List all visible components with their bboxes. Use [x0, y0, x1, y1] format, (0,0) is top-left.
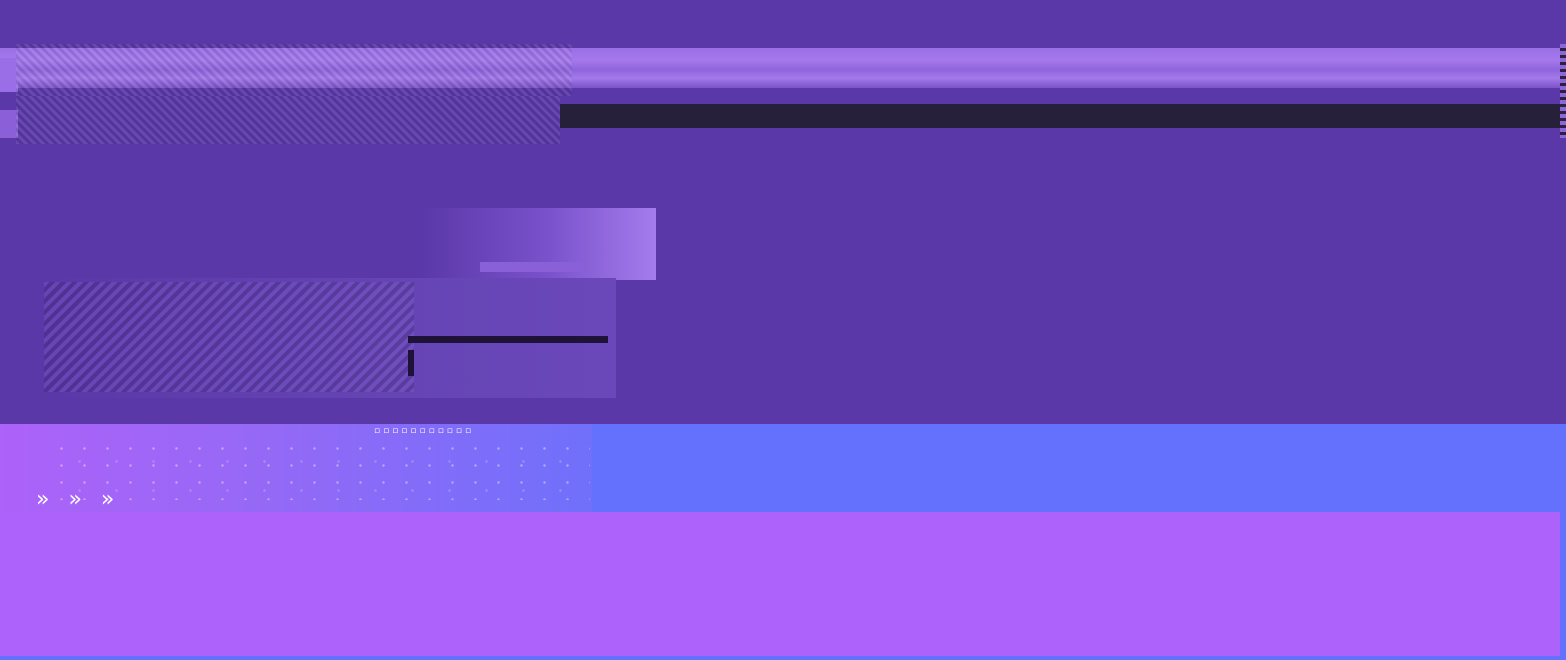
dot-row: ▫▫▫▫▫▫▫▫▫▫▫: [374, 426, 475, 436]
banner-canvas: ▫▫▫▫▫▫▫▫▫▫▫ » » »: [0, 0, 1566, 660]
bottom-edge: [0, 656, 1566, 660]
speckle-texture: [50, 440, 590, 500]
header-title-line-1: [16, 44, 572, 96]
glow-line: [480, 262, 584, 272]
right-edge: [1560, 512, 1566, 660]
cursor-stub: [408, 350, 414, 376]
cursor-underline: [408, 336, 608, 343]
bottom-panel: [0, 512, 1560, 656]
double-chevron-right-icon: » » »: [36, 487, 121, 512]
header-right-edge: [1560, 44, 1566, 138]
header-title-line-2: [16, 96, 560, 144]
header-dark-band: [560, 104, 1566, 128]
logo-text: [44, 282, 414, 392]
